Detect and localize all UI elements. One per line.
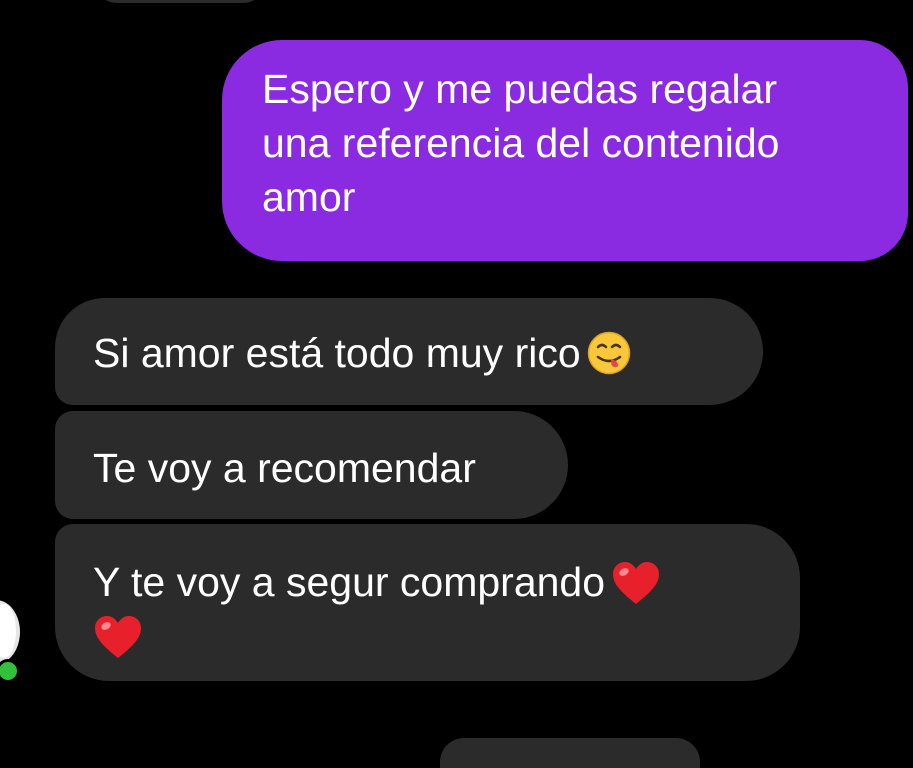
- received-message-text: Te voy a recomendar: [93, 445, 476, 491]
- received-message-text: Si amor está todo muy rico: [93, 330, 581, 376]
- received-message-text: Y te voy a segur comprando: [93, 559, 606, 605]
- sent-message-line: Espero y me puedas regalar: [262, 66, 778, 112]
- sent-message-bubble[interactable]: Espero y me puedas regalar una referenci…: [222, 40, 908, 261]
- avatar-icon[interactable]: [0, 600, 20, 664]
- online-dot-icon: [0, 659, 20, 683]
- red-heart-emoji: [95, 616, 141, 658]
- sent-message-line: una referencia del contenido: [262, 120, 780, 166]
- sent-message-line: amor: [262, 174, 356, 220]
- received-message-bubble[interactable]: Te voy a recomendar: [55, 411, 568, 519]
- next-message-bubble[interactable]: [440, 738, 700, 768]
- red-heart-emoji: [613, 562, 660, 604]
- received-message-bubble[interactable]: Si amor está todo muy rico: [55, 298, 763, 405]
- face-savoring-food-emoji: [587, 331, 630, 375]
- avatar-highlight: [0, 604, 16, 658]
- previous-message-bubble[interactable]: [95, 0, 265, 3]
- received-message-bubble[interactable]: Y te voy a segur comprando: [55, 524, 800, 681]
